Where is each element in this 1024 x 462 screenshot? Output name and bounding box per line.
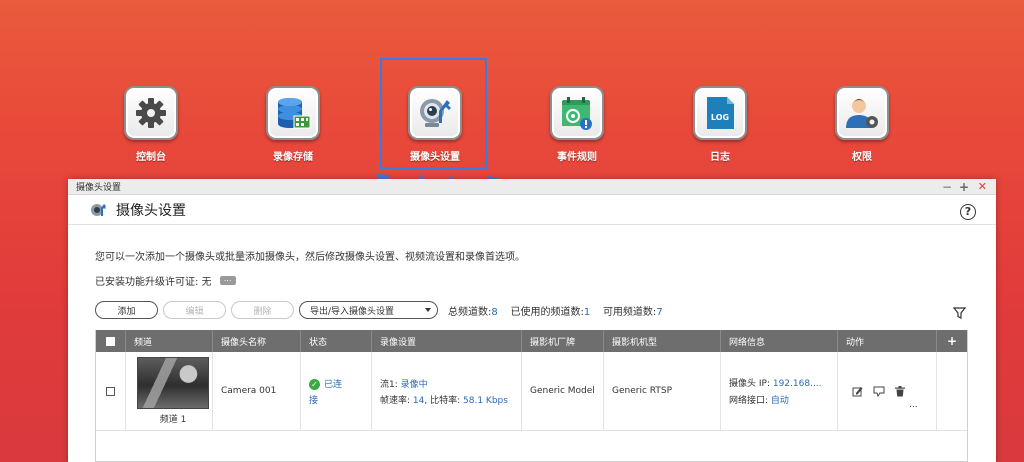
fps-value: 14 (412, 395, 425, 406)
import-export-dropdown[interactable]: 导出/导入摄像头设置 (299, 301, 438, 319)
maximize-button[interactable]: + (959, 180, 969, 194)
help-icon[interactable]: ? (960, 204, 976, 220)
network-info-cell: 摄像头 IP: 192.168.... 网络接口: 自动 (721, 352, 838, 430)
channel-cell: 频道 1 (126, 352, 213, 430)
network-port-value: 自动 (770, 396, 789, 406)
recording-settings-cell: 流1: 录像中 帧速率: 14, 比特率: 58.1 Kbps (372, 352, 522, 430)
column-header[interactable]: 状态 (301, 330, 372, 352)
available-channels-label: 可用频道数: (602, 306, 657, 318)
check-circle-icon: ✓ (309, 378, 320, 390)
camera-table: 频道 摄像头名称 状态 录像设置 摄影机厂牌 摄影机机型 网络信息 动作 + 频… (95, 330, 968, 462)
select-all-cell (96, 330, 126, 352)
channel-stats: 总频道数:8 已使用的频道数:1 可用频道数:7 (448, 303, 663, 318)
window-header: 摄像头设置 (68, 195, 996, 225)
license-info: 已安装功能升级许可证: 无 ... (95, 273, 236, 288)
model-cell: Generic RTSP (604, 352, 721, 430)
more-actions-button[interactable]: ... (909, 400, 918, 410)
delete-button[interactable]: 删除 (231, 301, 294, 319)
column-header[interactable]: 频道 (126, 330, 213, 352)
add-column-button[interactable]: + (937, 330, 967, 352)
total-channels-value: 8 (491, 306, 498, 318)
stream-status: 录像中 (400, 379, 428, 390)
row-select-cell (96, 352, 126, 430)
column-header[interactable]: 摄影机厂牌 (522, 330, 604, 352)
channel-label: 频道 1 (159, 415, 187, 425)
import-export-label: 导出/导入摄像头设置 (310, 306, 395, 317)
column-header[interactable]: 录像设置 (372, 330, 522, 352)
page-title: 摄像头设置 (116, 202, 186, 219)
total-channels-label: 总频道数: (448, 306, 492, 318)
status-text-line1: 已连 (324, 379, 343, 390)
status-cell: ✓ 已连 接 (301, 352, 372, 430)
table-row[interactable]: 频道 1 Camera 001 ✓ 已连 接 流1: 录像中 帧速率: 14, 比… (96, 352, 967, 431)
minimize-button[interactable]: − (942, 180, 952, 194)
edit-icon[interactable] (852, 386, 863, 397)
license-more-button[interactable]: ... (219, 275, 236, 285)
filter-icon[interactable] (953, 307, 966, 320)
row-checkbox[interactable] (106, 386, 115, 396)
window-titlebar[interactable]: 摄像头设置 (68, 179, 996, 195)
used-channels-label: 已使用的频道数: (510, 306, 584, 318)
table-header: 频道 摄像头名称 状态 录像设置 摄影机厂牌 摄影机机型 网络信息 动作 + (96, 330, 967, 352)
column-header[interactable]: 摄像头名称 (213, 330, 301, 352)
add-button[interactable]: 添加 (95, 301, 158, 319)
stream-label: 流1: (380, 379, 398, 390)
bitrate-label: , 比特率: (424, 395, 461, 406)
column-header[interactable]: 摄影机机型 (604, 330, 721, 352)
camera-settings-icon (91, 203, 106, 216)
live-view-icon[interactable] (873, 386, 885, 397)
description-text: 您可以一次添加一个摄像头或批量添加摄像头，然后修改摄像头设置、视频流设置和录像首… (95, 252, 525, 263)
edit-button[interactable]: 编辑 (163, 301, 226, 319)
status-text-line2: 接 (309, 395, 319, 406)
column-header[interactable]: 动作 (838, 330, 937, 352)
close-button[interactable]: ✕ (978, 180, 987, 194)
titlebar-text: 摄像头设置 (76, 183, 122, 193)
camera-ip-label: 摄像头 IP: (729, 379, 770, 389)
brand-cell: Generic Model (522, 352, 604, 430)
actions-cell: ... (838, 352, 937, 430)
chevron-down-icon (425, 308, 431, 312)
camera-name-cell: Camera 001 (213, 352, 301, 430)
camera-thumbnail[interactable] (137, 357, 209, 409)
fps-label: 帧速率: (380, 395, 411, 406)
column-header[interactable]: 网络信息 (721, 330, 838, 352)
network-port-label: 网络接口: (729, 396, 769, 406)
used-channels-value: 1 (583, 306, 591, 318)
select-all-checkbox[interactable] (106, 336, 115, 346)
bitrate-value: 58.1 Kbps (463, 395, 508, 406)
camera-settings-window: 摄像头设置 − + ✕ 摄像头设置 ? 您可以一次添加一个摄像头或批量添加摄像头… (68, 179, 996, 462)
row-extra-cell (937, 352, 967, 430)
toolbar: 添加 编辑 删除 导出/导入摄像头设置 总频道数:8 已使用的频道数:1 可用频… (95, 301, 663, 319)
license-text: 已安装功能升级许可证: 无 (95, 277, 212, 288)
available-channels-value: 7 (656, 306, 663, 318)
camera-ip-value: 192.168.... (772, 379, 822, 389)
trash-icon[interactable] (895, 385, 905, 397)
